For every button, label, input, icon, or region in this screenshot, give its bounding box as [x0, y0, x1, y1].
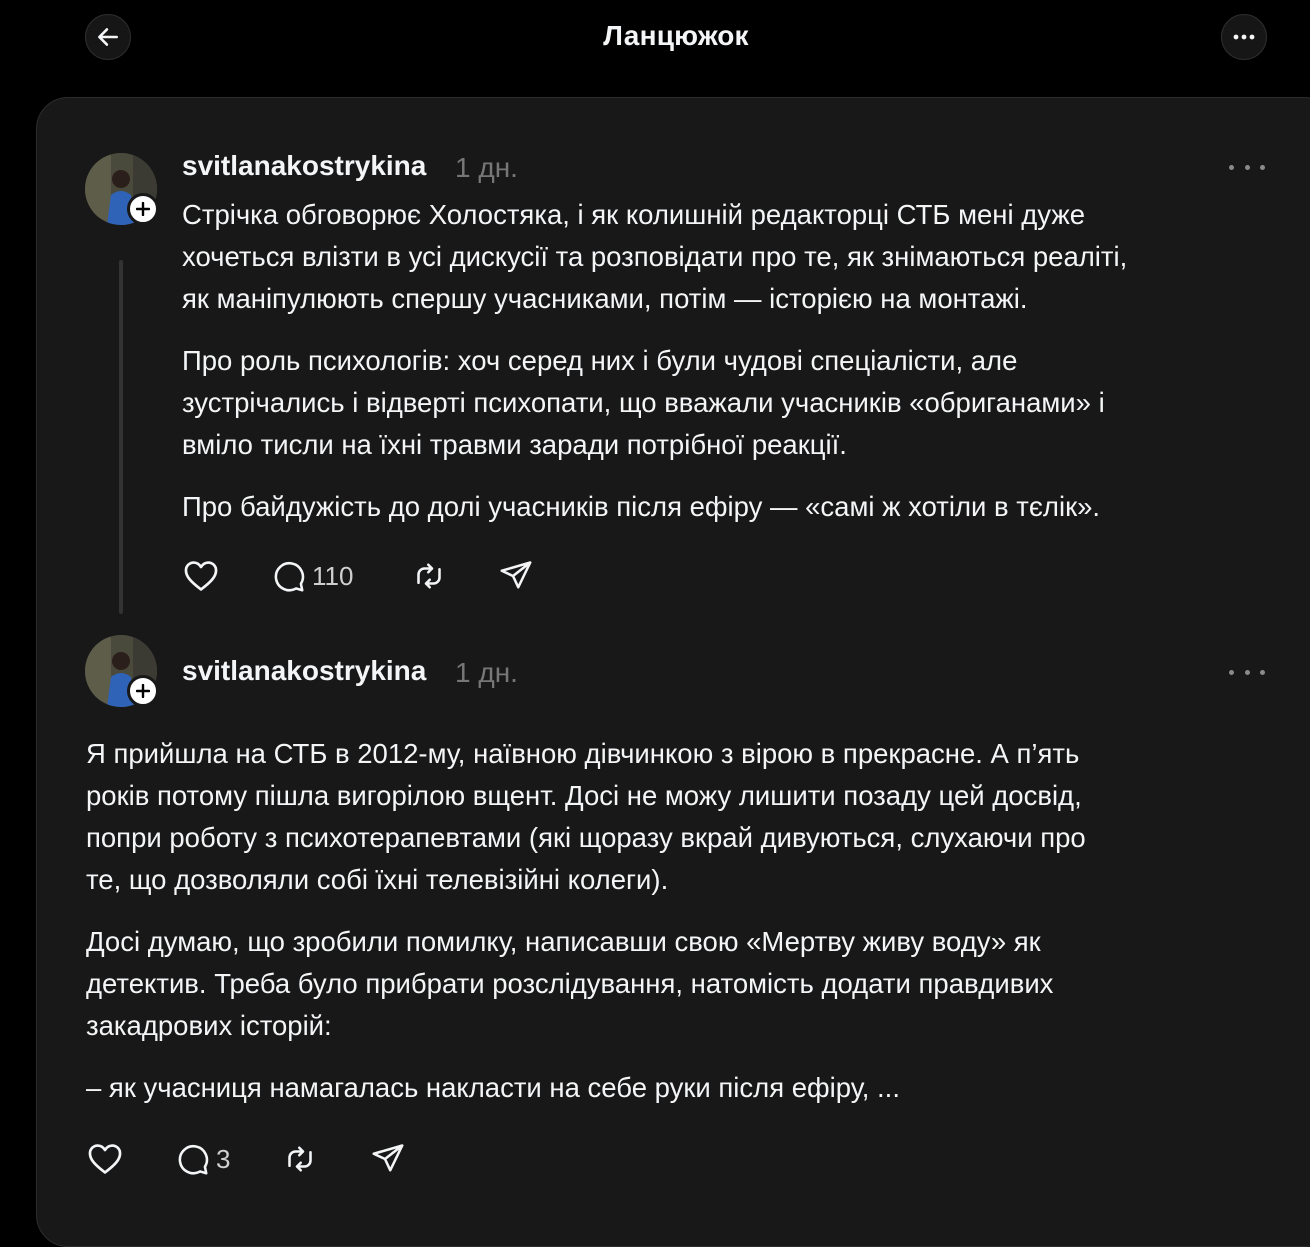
text-line: Я прийшла на СТБ в 2012-му, наївною дівч…	[86, 738, 1080, 769]
post-paragraph: Про роль психологів: хоч серед них і бул…	[182, 340, 1127, 466]
text-line: років потому пішла вигорілою вщент. Досі…	[86, 780, 1082, 811]
dot	[1244, 669, 1250, 675]
reply-button[interactable]: 110	[270, 556, 353, 596]
text-line: як маніпулюють спершу учасниками, потім …	[182, 283, 1028, 314]
repost-button[interactable]	[282, 1139, 318, 1179]
more-horizontal-icon	[1233, 34, 1255, 40]
text-line: Досі думаю, що зробили помилку, написавш…	[86, 926, 1041, 957]
text-line: Стрічка обговорює Холостяка, і як колишн…	[182, 199, 1086, 230]
post-paragraph: Я прийшла на СТБ в 2012-му, наївною дівч…	[86, 733, 1086, 901]
post-2-more-button[interactable]	[1229, 662, 1265, 682]
post-1-avatar-container[interactable]	[85, 153, 159, 225]
post-paragraph: Про байдужість до долі учасників після е…	[182, 486, 1127, 528]
heart-icon	[88, 1144, 122, 1174]
comment-icon	[274, 562, 305, 592]
plus-icon	[136, 202, 150, 216]
text-line: попри роботу з психотерапевтами (які щор…	[86, 822, 1086, 853]
comment-icon	[178, 1145, 209, 1175]
follow-button[interactable]	[127, 193, 159, 225]
dot	[1260, 164, 1265, 170]
text-line: хочеться влізти в усі дискусії та розпов…	[182, 241, 1128, 272]
thread-connector-line	[119, 260, 123, 614]
like-button[interactable]	[182, 556, 220, 596]
post-1-body: Стрічка обговорює Холостяка, і як колишн…	[182, 194, 1127, 548]
like-button[interactable]	[86, 1139, 124, 1179]
post-paragraph: – як учасниця намагалась накласти на себ…	[86, 1067, 1086, 1109]
page-title: Ланцюжок	[603, 20, 749, 51]
text-line: – як учасниця намагалась накласти на себ…	[86, 1072, 900, 1103]
top-bar: Ланцюжок	[0, 0, 1310, 80]
text-line: Про роль психологів: хоч серед них і бул…	[182, 345, 1018, 376]
post-2-actions: 3	[86, 1139, 426, 1179]
post-paragraph: Досі думаю, що зробили помилку, написавш…	[86, 921, 1086, 1047]
heart-icon	[184, 561, 218, 591]
text-line: вміло тисли на їхні травми заради потріб…	[182, 429, 847, 460]
share-button[interactable]	[370, 1139, 406, 1179]
post-2-username[interactable]: svitlanakostrykina	[182, 655, 426, 687]
dot	[1260, 669, 1265, 675]
text-line: Про байдужість до долі учасників після е…	[182, 491, 1101, 522]
post-2-timestamp[interactable]: 1 дн.	[455, 657, 518, 689]
post-1-timestamp[interactable]: 1 дн.	[455, 152, 518, 184]
send-icon	[500, 561, 532, 589]
repost-icon	[417, 563, 441, 589]
repost-icon	[288, 1146, 312, 1172]
text-line: зустрічались і відверті психопати, що вв…	[182, 387, 1105, 418]
text-line: те, що дозволяли собі їхні телевізійні к…	[86, 864, 669, 895]
post-1-more-button[interactable]	[1229, 157, 1265, 177]
post-1-username[interactable]: svitlanakostrykina	[182, 150, 426, 182]
share-button[interactable]	[498, 556, 534, 596]
plus-icon	[136, 684, 150, 698]
reply-count: 3	[216, 1143, 231, 1174]
follow-button[interactable]	[127, 675, 159, 707]
repost-button[interactable]	[411, 556, 447, 596]
dot	[1229, 669, 1234, 675]
dot	[1244, 164, 1250, 170]
send-icon	[372, 1144, 404, 1172]
text-line: закадрових історій:	[86, 1010, 332, 1041]
post-paragraph: Стрічка обговорює Холостяка, і як колишн…	[182, 194, 1127, 320]
reply-count: 110	[312, 560, 354, 591]
post-2-body: Я прийшла на СТБ в 2012-му, наївною дівч…	[86, 733, 1086, 1129]
more-options-button[interactable]	[1221, 14, 1267, 60]
post-1-actions: 110	[182, 556, 582, 596]
dot	[1229, 164, 1234, 170]
reply-button[interactable]: 3	[174, 1139, 230, 1179]
text-line: детектив. Треба було прибрати розслідува…	[86, 968, 1054, 999]
post-2-avatar-container[interactable]	[85, 635, 159, 707]
